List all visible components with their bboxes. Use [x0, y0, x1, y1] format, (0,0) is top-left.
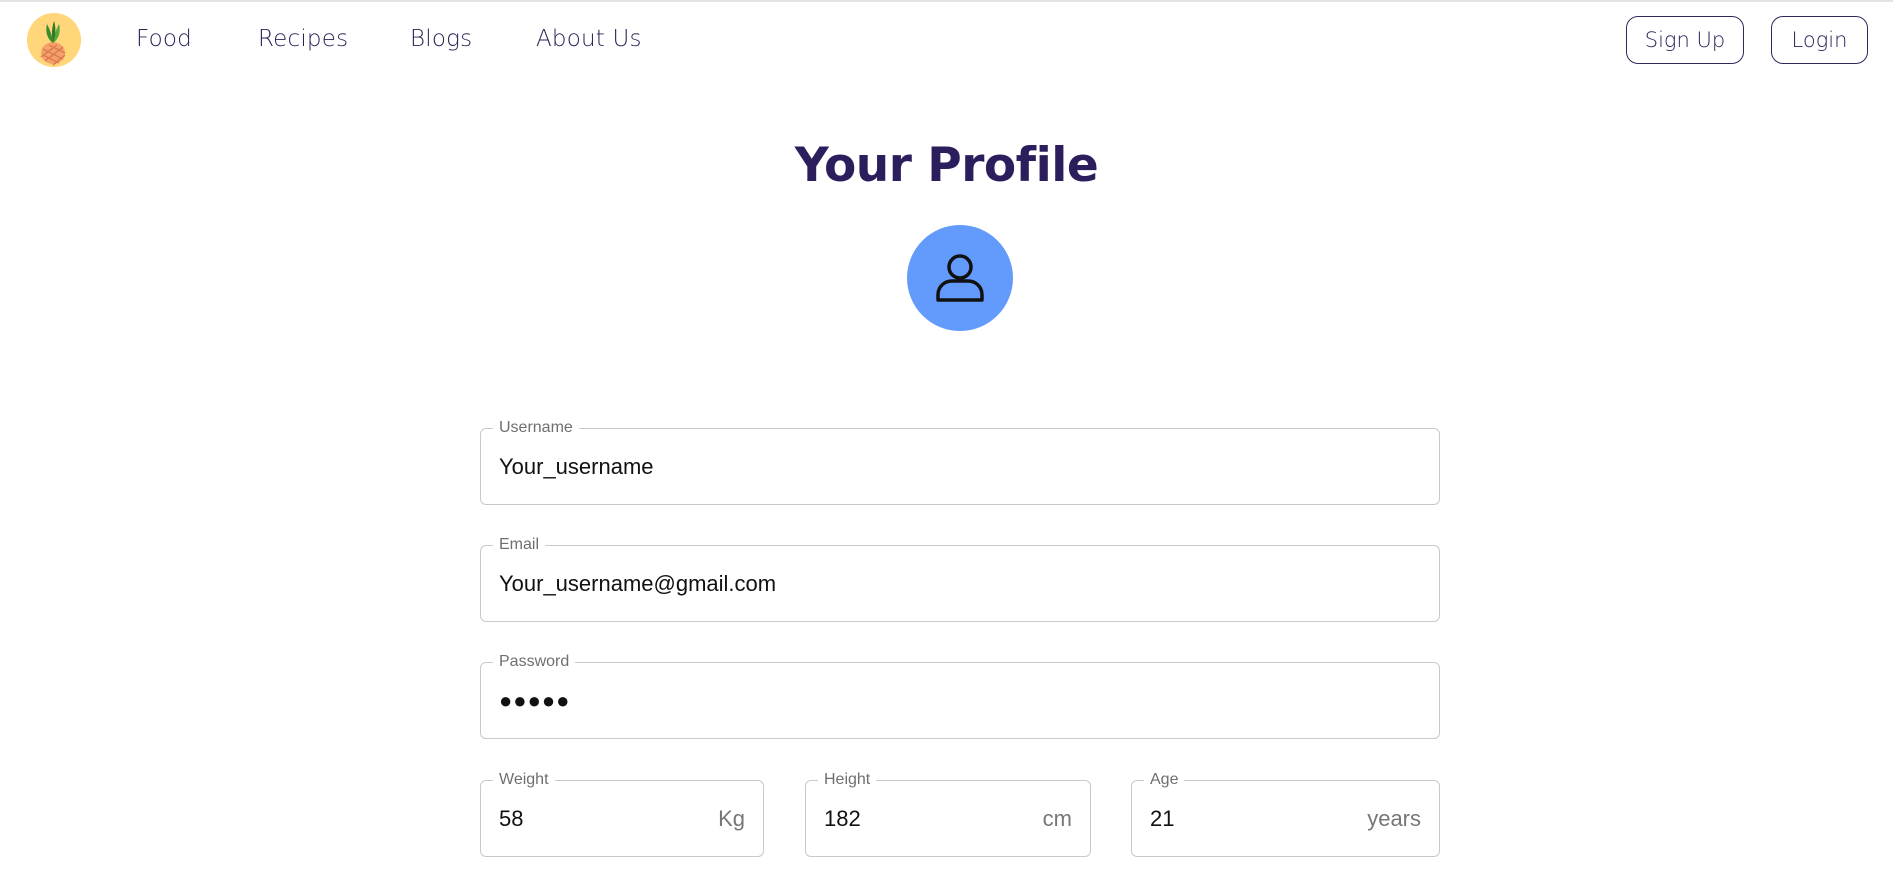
pineapple-logo-icon[interactable]: [27, 13, 81, 67]
weight-unit: Kg: [718, 806, 745, 831]
email-value: Your_username@gmail.com: [499, 571, 777, 596]
sign-up-button[interactable]: Sign Up: [1626, 16, 1744, 64]
email-label: Email: [493, 535, 546, 555]
nav-link-blogs[interactable]: Blogs: [410, 26, 472, 52]
nav-link-food[interactable]: Food: [136, 26, 192, 52]
password-label: Password: [493, 652, 576, 672]
age-unit: years: [1367, 806, 1421, 831]
navbar: Food Recipes Blogs About Us Sign Up Logi…: [0, 2, 1893, 78]
age-field[interactable]: Age 21 years: [1131, 770, 1440, 857]
height-field[interactable]: Height 182 cm: [805, 770, 1091, 857]
user-icon: [936, 254, 984, 302]
height-value: 182: [824, 806, 861, 831]
username-label: Username: [493, 418, 579, 438]
username-field[interactable]: Username Your_username: [480, 418, 1440, 505]
age-label: Age: [1144, 770, 1185, 790]
password-field[interactable]: Password ●●●●●: [480, 652, 1440, 739]
username-value: Your_username: [499, 454, 654, 479]
avatar[interactable]: [907, 225, 1013, 331]
height-unit: cm: [1042, 806, 1072, 831]
age-value: 21: [1150, 806, 1175, 831]
nav-link-recipes[interactable]: Recipes: [258, 26, 348, 52]
password-value: ●●●●●: [499, 688, 571, 713]
height-label: Height: [818, 770, 877, 790]
weight-value: 58: [499, 806, 524, 831]
nav-link-about-us[interactable]: About Us: [536, 26, 642, 52]
login-button[interactable]: Login: [1771, 16, 1868, 64]
page-title: Your Profile: [794, 138, 1099, 193]
weight-label: Weight: [493, 770, 555, 790]
weight-field[interactable]: Weight 58 Kg: [480, 770, 764, 857]
email-field[interactable]: Email Your_username@gmail.com: [480, 535, 1440, 622]
